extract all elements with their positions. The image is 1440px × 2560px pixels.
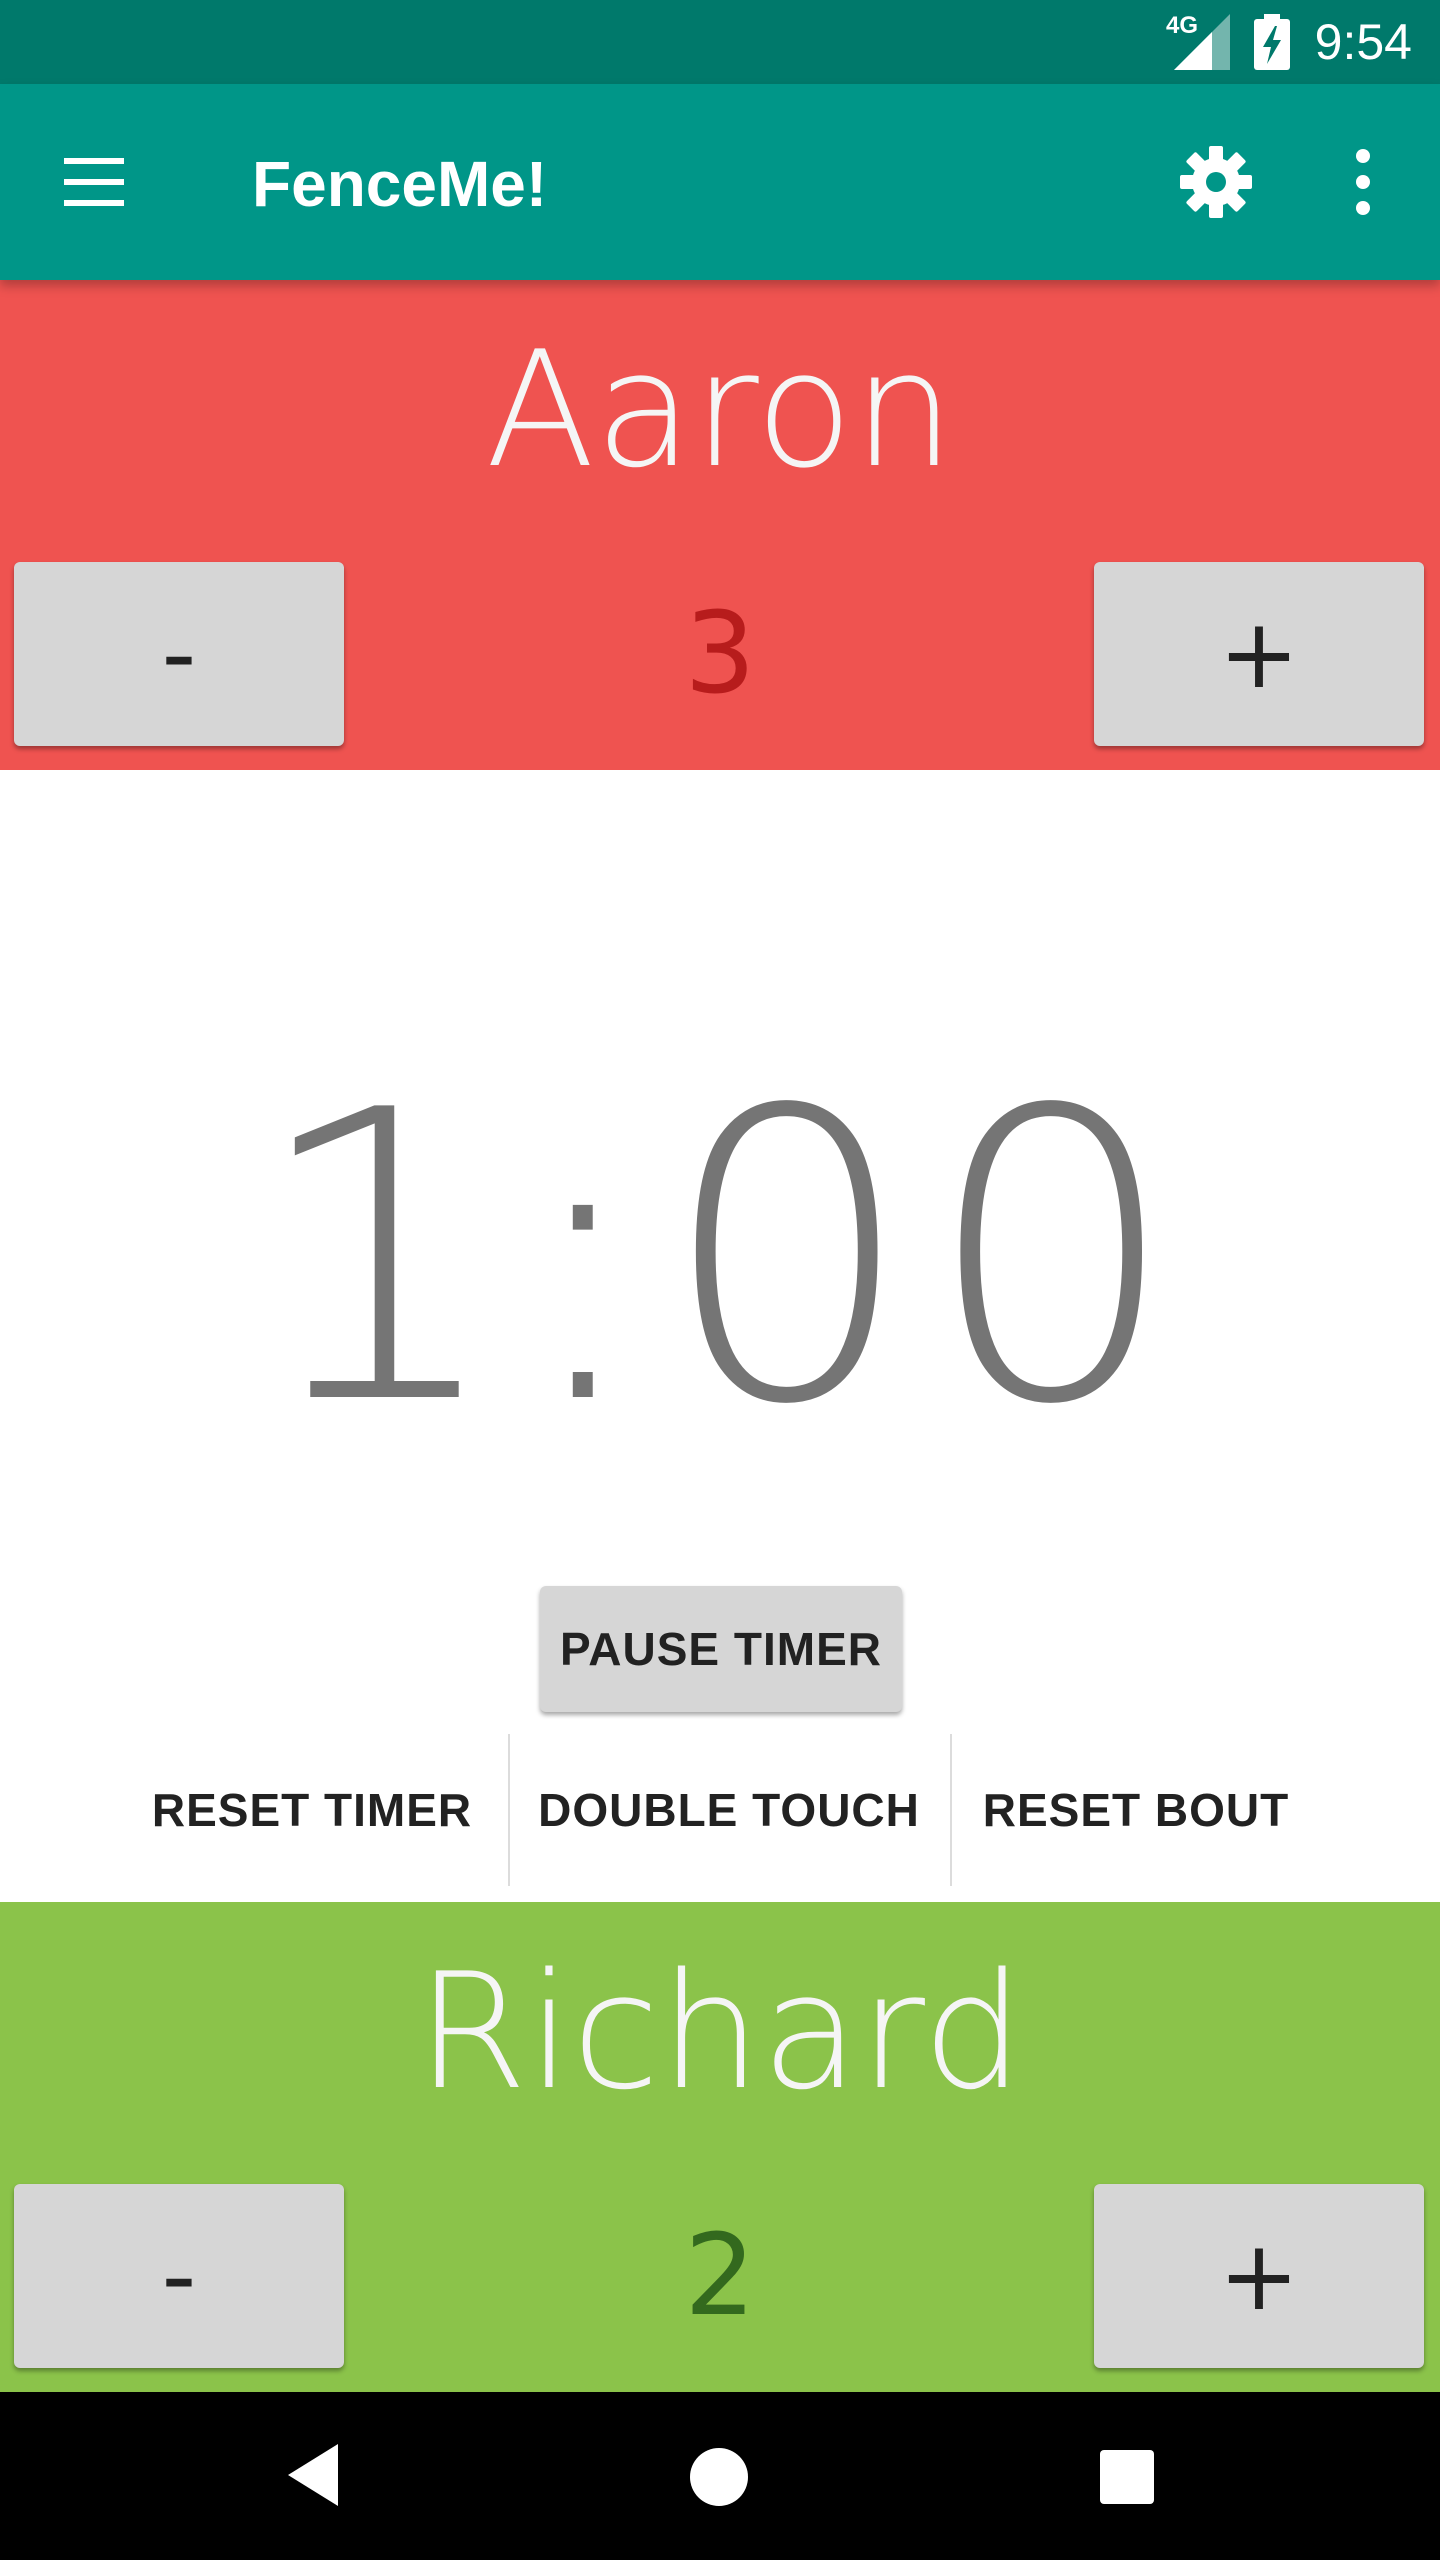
recents-square-icon[interactable] xyxy=(1098,2448,1156,2506)
fencer2-decrement-button[interactable]: - xyxy=(14,2184,344,2368)
more-vert-icon[interactable] xyxy=(1340,142,1386,222)
pause-timer-button[interactable]: PAUSE TIMER xyxy=(540,1586,902,1712)
app-bar: FenceMe! xyxy=(0,84,1440,280)
fencer2-name: Richard xyxy=(416,1938,1024,2125)
gear-icon[interactable] xyxy=(1176,142,1256,222)
fencer1-increment-button[interactable]: + xyxy=(1094,562,1424,746)
fencer2-score: 2 xyxy=(684,2211,756,2341)
back-triangle-icon[interactable] xyxy=(284,2440,344,2510)
fencer1-score: 3 xyxy=(684,589,756,719)
status-time: 9:54 xyxy=(1314,14,1412,70)
fencer2-increment-button[interactable]: + xyxy=(1094,2184,1424,2368)
status-bar: 4G 9:54 xyxy=(0,0,1440,84)
fencer1-decrement-button[interactable]: - xyxy=(14,562,344,746)
navigation-bar xyxy=(0,2392,1440,2560)
battery-charging-icon xyxy=(1254,14,1290,70)
action-divider xyxy=(950,1734,952,1886)
reset-timer-button[interactable]: RESET TIMER xyxy=(140,1734,484,1886)
hamburger-menu-icon[interactable] xyxy=(56,146,140,218)
app-title: FenceMe! xyxy=(252,148,548,220)
network-type-label: 4G xyxy=(1166,12,1199,39)
action-divider xyxy=(508,1734,510,1886)
fencer1-panel: Aaron - 3 + xyxy=(0,280,1440,770)
home-circle-icon[interactable] xyxy=(688,2446,750,2508)
double-touch-button[interactable]: DOUBLE TOUCH xyxy=(512,1734,946,1886)
reset-bout-button[interactable]: RESET BOUT xyxy=(964,1734,1308,1886)
fencer2-panel: Richard - 2 + xyxy=(0,1902,1440,2392)
fencer1-name: Aaron xyxy=(485,316,955,503)
timer-display: 1:00 xyxy=(250,1027,1190,1492)
